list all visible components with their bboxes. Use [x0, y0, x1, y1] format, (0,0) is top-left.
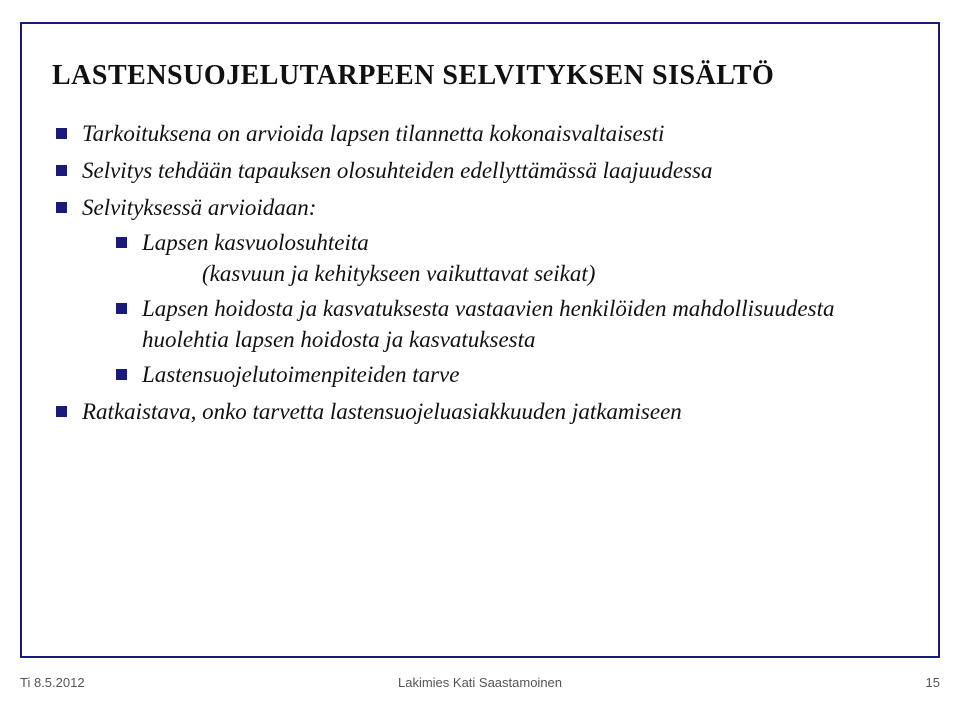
list-item: Lastensuojelutoimenpiteiden tarve	[112, 359, 908, 390]
list-item: Selvityksessä arvioidaan: Lapsen kasvuol…	[52, 192, 908, 390]
list-item: Ratkaistava, onko tarvetta lastensuojelu…	[52, 396, 908, 427]
bullet-text: Ratkaistava, onko tarvetta lastensuojelu…	[82, 399, 682, 424]
bullet-text: Lapsen hoidosta ja kasvatuksesta vastaav…	[142, 296, 834, 352]
bullet-text: Tarkoituksena on arvioida lapsen tilanne…	[82, 121, 664, 146]
footer-date: Ti 8.5.2012	[20, 675, 85, 690]
slide: LASTENSUOJELUTARPEEN SELVITYKSEN SISÄLTÖ…	[0, 0, 960, 704]
list-item: Tarkoituksena on arvioida lapsen tilanne…	[52, 118, 908, 149]
bullet-list: Tarkoituksena on arvioida lapsen tilanne…	[52, 118, 908, 427]
content-area: LASTENSUOJELUTARPEEN SELVITYKSEN SISÄLTÖ…	[52, 60, 908, 433]
footer-page-number: 15	[926, 675, 940, 690]
footer-author: Lakimies Kati Saastamoinen	[20, 675, 940, 690]
list-item: Lapsen kasvuolosuhteita (kasvuun ja kehi…	[112, 227, 908, 289]
list-item: Lapsen hoidosta ja kasvatuksesta vastaav…	[112, 293, 908, 355]
bullet-paren: (kasvuun ja kehitykseen vaikuttavat seik…	[202, 258, 908, 289]
sub-bullet-list: Lapsen kasvuolosuhteita (kasvuun ja kehi…	[112, 227, 908, 390]
bullet-text: Selvityksessä arvioidaan:	[82, 195, 316, 220]
footer: Ti 8.5.2012 Lakimies Kati Saastamoinen 1…	[20, 675, 940, 690]
bullet-text: Lastensuojelutoimenpiteiden tarve	[142, 362, 459, 387]
bullet-text: Selvitys tehdään tapauksen olosuhteiden …	[82, 158, 712, 183]
list-item: Selvitys tehdään tapauksen olosuhteiden …	[52, 155, 908, 186]
slide-title: LASTENSUOJELUTARPEEN SELVITYKSEN SISÄLTÖ	[52, 60, 908, 92]
bullet-text: Lapsen kasvuolosuhteita	[142, 230, 369, 255]
